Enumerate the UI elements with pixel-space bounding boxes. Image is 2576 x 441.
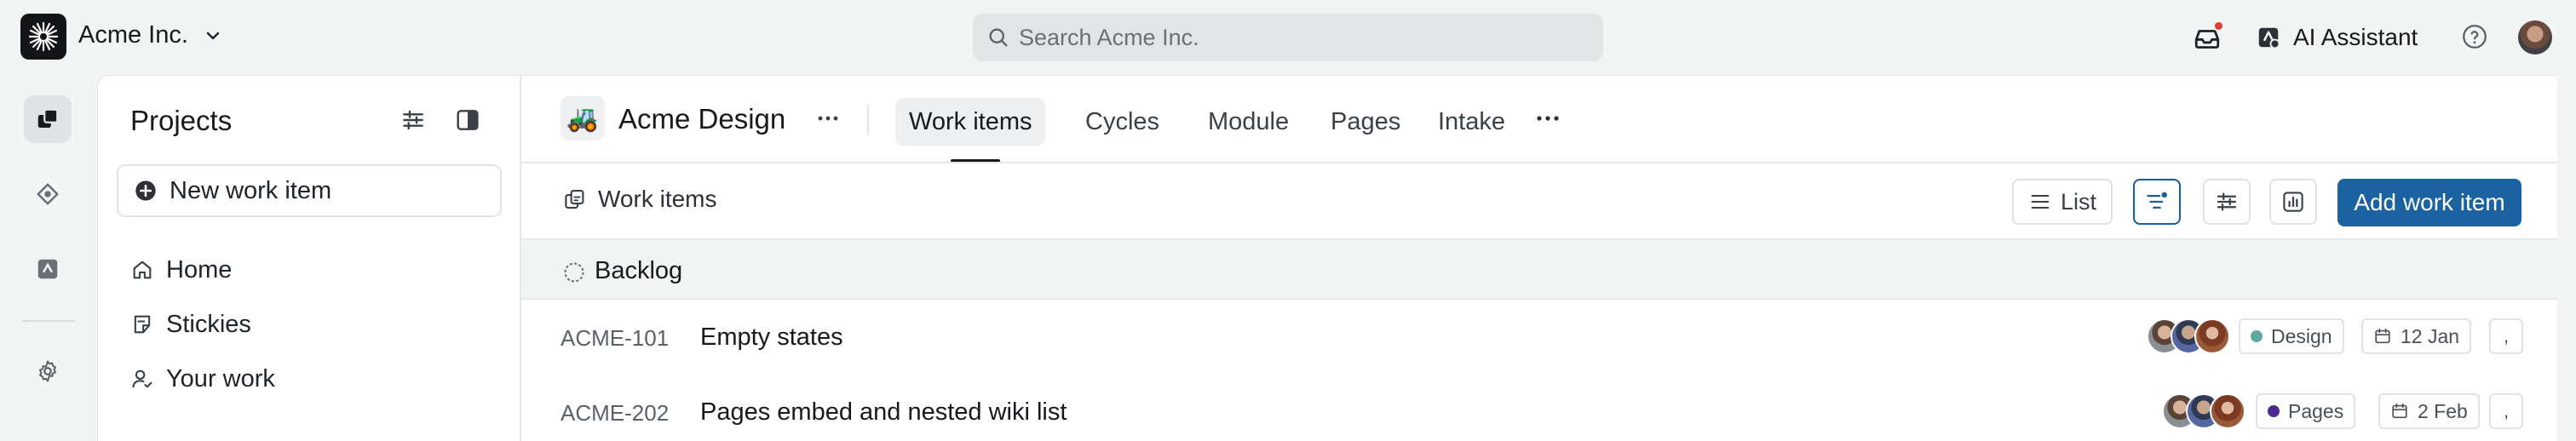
- issue-more-button[interactable]: ,: [2489, 318, 2523, 354]
- search-input[interactable]: [1019, 20, 1581, 54]
- group-header-backlog[interactable]: Backlog: [521, 238, 2557, 300]
- sidebar-item-stickies[interactable]: Stickies: [130, 306, 251, 343]
- table-row[interactable]: ACME-202 Pages embed and nested wiki lis…: [521, 375, 2557, 441]
- sticky-note-icon: [134, 315, 151, 334]
- filter-button[interactable]: [2133, 179, 2181, 225]
- new-work-item-button[interactable]: New work item: [117, 164, 502, 217]
- work-items-breadcrumb[interactable]: Work items: [562, 186, 717, 213]
- sidebar-title: Projects: [130, 105, 233, 136]
- rail-divider: [22, 320, 75, 322]
- search-bar[interactable]: [973, 14, 1603, 61]
- top-bar: Acme Inc. AI Assistant: [0, 0, 2576, 75]
- sidebar-toggle-icon[interactable]: [454, 106, 481, 134]
- sliders-icon: [2217, 192, 2237, 211]
- label-color-dot: [2251, 330, 2263, 342]
- filter-icon: [2147, 192, 2167, 209]
- due-date-text: 2 Feb: [2418, 399, 2468, 422]
- rail-projects[interactable]: [24, 95, 72, 143]
- chevron-down-icon[interactable]: [203, 26, 223, 46]
- more-tabs-icon[interactable]: [1535, 110, 1561, 127]
- label-text: Design: [2271, 324, 2332, 347]
- sidebar-item-your-work[interactable]: Your work: [130, 360, 275, 398]
- new-work-item-label: New work item: [170, 176, 332, 204]
- ellipsis-icon[interactable]: [816, 110, 840, 127]
- user-avatar[interactable]: [2518, 20, 2552, 54]
- gear-icon: [39, 360, 56, 382]
- tab-work-items[interactable]: Work items: [895, 98, 1046, 146]
- calendar-icon: [2392, 403, 2407, 419]
- diamond-icon: [37, 183, 59, 205]
- main-content: 🚜 Acme Design Work items Cycles Module P…: [521, 75, 2557, 441]
- list-icon: [2031, 194, 2050, 209]
- app-rail: [0, 75, 95, 441]
- sidebar-item-home[interactable]: Home: [130, 251, 232, 289]
- notification-dot: [2213, 20, 2224, 32]
- help-icon[interactable]: [2460, 22, 2489, 51]
- rail-settings[interactable]: [24, 347, 72, 395]
- sidebar: Projects New work item Home Stickies You…: [97, 75, 521, 441]
- issue-title[interactable]: Pages embed and nested wiki list: [700, 398, 1067, 427]
- search-icon: [989, 28, 1008, 47]
- tab-module[interactable]: Module: [1194, 98, 1302, 146]
- header-divider: [867, 105, 869, 135]
- rail-wiki[interactable]: [24, 170, 72, 218]
- window-right-gutter: [2557, 75, 2576, 441]
- due-date-text: 12 Jan: [2401, 324, 2460, 347]
- due-date-pill[interactable]: 2 Feb: [2378, 393, 2480, 429]
- sidebar-item-label: Home: [166, 255, 233, 284]
- label-pill[interactable]: Pages: [2256, 393, 2356, 429]
- work-items-toolbar: Work items List Add work item: [521, 163, 2557, 238]
- sidebar-item-label: Stickies: [166, 310, 251, 338]
- ai-assistant-icon: [2258, 27, 2280, 49]
- rail-pi[interactable]: [24, 245, 72, 293]
- layout-list-label: List: [2060, 188, 2097, 215]
- workspace-name[interactable]: Acme Inc.: [78, 21, 188, 49]
- home-icon: [133, 261, 152, 279]
- add-work-item-button[interactable]: Add work item: [2337, 179, 2521, 226]
- issue-id: ACME-202: [561, 400, 670, 426]
- sidebar-item-label: Your work: [166, 364, 275, 392]
- issue-title[interactable]: Empty states: [700, 324, 843, 352]
- project-name[interactable]: Acme Design: [618, 103, 785, 135]
- label-color-dot: [2268, 405, 2280, 417]
- plus-circle-icon: [135, 180, 156, 201]
- layout-list-button[interactable]: List: [2012, 179, 2113, 225]
- user-check-icon: [132, 369, 152, 388]
- starburst-logo-icon: [28, 21, 59, 52]
- group-name: Backlog: [595, 257, 683, 284]
- ai-assistant-label: AI Assistant: [2293, 24, 2418, 50]
- projects-icon: [37, 108, 59, 128]
- display-options-button[interactable]: [2203, 179, 2251, 225]
- backlog-status-icon: [564, 262, 584, 283]
- avatar: [2210, 393, 2245, 429]
- label-pill[interactable]: Design: [2239, 318, 2344, 354]
- assignee-avatars[interactable]: [2162, 393, 2245, 431]
- avatar: [2194, 318, 2230, 354]
- bar-chart-icon: [2283, 192, 2303, 212]
- assignee-avatars[interactable]: [2147, 318, 2230, 356]
- workspace-logo[interactable]: [20, 14, 66, 60]
- ai-assistant-button[interactable]: AI Assistant: [2256, 20, 2418, 54]
- issue-more-button[interactable]: ,: [2489, 393, 2523, 429]
- due-date-pill[interactable]: 12 Jan: [2361, 318, 2472, 354]
- table-row[interactable]: ACME-101 Empty states Design 12 Jan ,: [521, 300, 2557, 375]
- calendar-icon: [2375, 328, 2390, 344]
- work-items-section-label: Work items: [598, 186, 717, 212]
- issue-id: ACME-101: [561, 325, 670, 351]
- tab-pages[interactable]: Pages: [1317, 98, 1414, 146]
- label-text: Pages: [2288, 399, 2344, 422]
- chat-ai-icon: [37, 259, 58, 279]
- inbox-button[interactable]: [2191, 20, 2225, 54]
- tab-cycles[interactable]: Cycles: [1072, 98, 1173, 146]
- project-emoji[interactable]: 🚜: [561, 96, 605, 140]
- tab-intake[interactable]: Intake: [1424, 98, 1519, 146]
- sliders-icon[interactable]: [400, 106, 427, 134]
- layers-icon: [565, 189, 584, 209]
- analytics-button[interactable]: [2269, 179, 2317, 225]
